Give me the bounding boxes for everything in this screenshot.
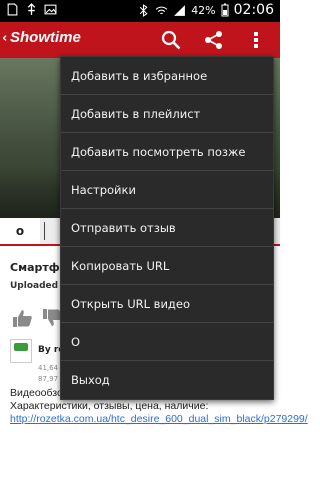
video-title: Смартфо: [10, 261, 68, 274]
menu-item-add-playlist[interactable]: Добавить в плейлист: [61, 95, 273, 133]
action-bar: ‹ Showtime: [0, 22, 280, 58]
views-count: 41,64: [38, 364, 59, 372]
share-icon[interactable]: [203, 29, 225, 51]
search-icon[interactable]: [160, 29, 182, 51]
menu-item-settings[interactable]: Настройки: [61, 171, 273, 209]
back-icon[interactable]: ‹: [2, 31, 7, 46]
uploaded-label: Uploaded: [10, 281, 59, 291]
overflow-menu-icon[interactable]: [249, 29, 263, 51]
menu-item-open-url[interactable]: Открыть URL видео: [61, 285, 273, 323]
channel-logo-mark: [14, 343, 28, 351]
menu-item-feedback[interactable]: Отправить отзыв: [61, 209, 273, 247]
menu-item-copy-url[interactable]: Копировать URL: [61, 247, 273, 285]
tab-about[interactable]: о: [0, 218, 40, 244]
thumbs-up-icon[interactable]: [11, 308, 33, 328]
menu-item-exit[interactable]: Выход: [61, 361, 273, 399]
battery-percent: 42%: [191, 3, 216, 17]
usb-icon: [27, 3, 36, 15]
signal-icon: [174, 4, 186, 16]
gallery-icon: [44, 4, 57, 15]
likes-count: 87,97: [38, 375, 59, 383]
description-link[interactable]: http://rozetka.com.ua/htc_desire_600_dua…: [10, 413, 308, 425]
menu-item-watch-later[interactable]: Добавить посмотреть позже: [61, 133, 273, 171]
menu-item-add-favorites[interactable]: Добавить в избранное: [61, 57, 273, 95]
status-bar: 42% 02:06: [0, 0, 280, 22]
sd-card-icon: [7, 3, 18, 16]
wifi-icon: [155, 6, 168, 14]
menu-item-about[interactable]: О: [61, 323, 273, 361]
app-title[interactable]: Showtime: [10, 29, 81, 46]
tab-divider: [44, 222, 45, 240]
description-text: Характеристики, отзывы, цена, наличие:: [10, 400, 209, 412]
channel-avatar[interactable]: [10, 339, 32, 363]
overflow-menu: Добавить в избранное Добавить в плейлист…: [60, 56, 274, 400]
description-line-2: Характеристики, отзывы, цена, наличие: h…: [10, 400, 308, 426]
clock: 02:06: [233, 2, 274, 18]
battery-icon: [221, 3, 229, 17]
bluetooth-icon: [140, 3, 148, 17]
